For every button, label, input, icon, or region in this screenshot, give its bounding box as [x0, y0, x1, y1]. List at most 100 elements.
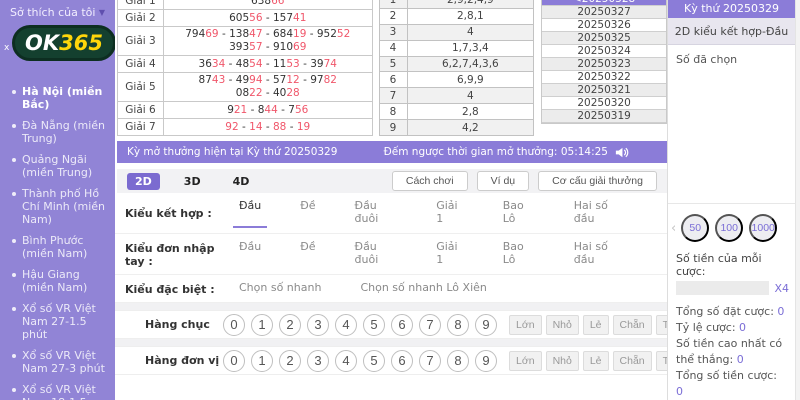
stats-row: 66,9,9 — [379, 72, 534, 88]
digit-button-4[interactable]: 4 — [335, 314, 357, 336]
digit-action-button[interactable]: Tất cả — [656, 351, 667, 371]
digit-action-button[interactable]: Lớn — [509, 351, 542, 371]
draw-date-item[interactable]: 20250324 — [542, 45, 666, 58]
tab-3d[interactable]: 3D — [176, 173, 209, 190]
result-number: 79469 — [185, 28, 218, 40]
combo-type-label: Kiểu kết hợp : — [125, 207, 233, 220]
divider — [115, 303, 667, 310]
digit-button-8[interactable]: 8 — [447, 350, 469, 372]
digit-button-8[interactable]: 8 — [447, 314, 469, 336]
bet-type-option[interactable]: Giải 1 — [430, 240, 469, 269]
bet-type-option[interactable]: Đầu đuôi — [349, 199, 404, 228]
sidebar-favorites-header[interactable]: Sở thích của tôi ▼ — [0, 0, 115, 21]
digit-action-button[interactable]: Lẻ — [583, 351, 609, 371]
draw-date-item[interactable]: 20250320 — [542, 97, 666, 110]
bet-type-option[interactable]: Đầu — [233, 199, 267, 228]
per-bet-input[interactable] — [676, 281, 769, 295]
digit-action-button[interactable]: Tất cả — [656, 315, 667, 335]
digit-action-button[interactable]: Chẵn — [613, 315, 652, 335]
digit-action-button[interactable]: Lẻ — [583, 315, 609, 335]
digit-button-3[interactable]: 3 — [307, 350, 329, 372]
digit-button-5[interactable]: 5 — [363, 350, 385, 372]
amount-button-50[interactable]: 50 — [681, 214, 709, 242]
number-pad: Hàng chục0123456789LớnNhỏLẻChẵnTất cảXóa… — [115, 310, 667, 375]
draw-date-item[interactable]: 20250325 — [542, 32, 666, 45]
digit-action-button[interactable]: Nhỏ — [546, 351, 579, 371]
result-number: 4028 — [273, 87, 300, 99]
result-number: 92 — [225, 121, 238, 133]
draw-date-item[interactable]: 20250326 — [542, 19, 666, 32]
sidebar-item[interactable]: Quảng Ngãi (miền Trung) — [0, 149, 115, 183]
close-x-icon[interactable]: x — [4, 43, 9, 53]
draw-date-item[interactable]: 20250319 — [542, 110, 666, 123]
result-number: 0822 — [236, 87, 263, 99]
digit-button-0[interactable]: 0 — [223, 350, 245, 372]
sidebar-item[interactable]: Hậu Giang (miền Nam) — [0, 264, 115, 298]
draw-date-item[interactable]: 20250321 — [542, 84, 666, 97]
sidebar-item[interactable]: Bình Phước (miền Nam) — [0, 230, 115, 264]
bet-type-option[interactable]: Chọn số nhanh Lô Xiên — [354, 281, 492, 297]
sidebar-item[interactable]: Đà Nẵng (miền Trung) — [0, 115, 115, 149]
logo-ok-text: OK — [25, 31, 59, 55]
sidebar-item-label: Thành phố Hồ Chí Minh (miền Nam) — [22, 187, 111, 226]
per-bet-label: Số tiền của mỗi cược: — [668, 246, 795, 281]
digit-button-7[interactable]: 7 — [419, 314, 441, 336]
result-number: 3974 — [310, 58, 337, 70]
bet-type-option[interactable]: Đầu — [233, 240, 267, 269]
draw-date-item[interactable]: 20250322 — [542, 71, 666, 84]
stats-values: 2,8,1 — [407, 8, 534, 24]
digit-button-5[interactable]: 5 — [363, 314, 385, 336]
digit-button-3[interactable]: 3 — [307, 314, 329, 336]
digit-action-button[interactable]: Nhỏ — [546, 315, 579, 335]
stats-row: 34 — [379, 24, 534, 40]
digit-button-2[interactable]: 2 — [279, 350, 301, 372]
page-scrollbar[interactable] — [795, 0, 800, 400]
sidebar-item[interactable]: Xổ số VR Việt Nam 18-1.5 phút — [0, 379, 115, 400]
tab-2d[interactable]: 2D — [127, 173, 160, 190]
digit-button-7[interactable]: 7 — [419, 350, 441, 372]
bet-type-option[interactable]: Giải 1 — [430, 199, 469, 228]
tab-4d[interactable]: 4D — [225, 173, 258, 190]
bet-type-option[interactable]: Đề — [294, 240, 321, 269]
speaker-icon[interactable] — [614, 145, 629, 160]
digit-button-9[interactable]: 9 — [475, 314, 497, 336]
digit-button-6[interactable]: 6 — [391, 350, 413, 372]
digit-action-button[interactable]: Chẵn — [613, 351, 652, 371]
digit-button-6[interactable]: 6 — [391, 314, 413, 336]
countdown-text: Đếm ngược thời gian mở thưởng: 05:14:25 — [384, 146, 608, 158]
amount-button-1000[interactable]: 1000 — [749, 214, 777, 242]
bet-type-option[interactable]: Chọn số nhanh — [233, 281, 327, 297]
bet-type-option[interactable]: Hai số đầu — [568, 199, 630, 228]
sidebar-item[interactable]: Xổ số VR Việt Nam 27-3 phút — [0, 345, 115, 379]
sidebar-item[interactable]: Thành phố Hồ Chí Minh (miền Nam) — [0, 183, 115, 230]
digit-button-4[interactable]: 4 — [335, 350, 357, 372]
help-button[interactable]: Cơ cấu giải thưởng — [538, 171, 657, 191]
bet-type-option[interactable]: Bao Lô — [497, 240, 541, 269]
digit-button-1[interactable]: 1 — [251, 350, 273, 372]
sidebar-item[interactable]: Hà Nội (miền Bắc) — [0, 81, 115, 115]
bet-type-option[interactable]: Hai số đầu — [568, 240, 630, 269]
result-row: Giải 58743 - 4994 - 5712 - 97820822 - 40… — [118, 73, 373, 102]
sidebar-item[interactable]: Xổ số VR Việt Nam 27-1.5 phút — [0, 298, 115, 345]
bet-type-option[interactable]: Đề — [294, 199, 321, 228]
result-row: Giải 792 - 14 - 88 - 19 — [118, 119, 373, 136]
draw-date-item[interactable]: 20250327 — [542, 6, 666, 19]
result-row: Giải 379469 - 13847 - 68419 - 9525239357… — [118, 27, 373, 56]
help-button[interactable]: Ví dụ — [477, 171, 530, 191]
main-content: Giải 163866Giải 260556 - 15741Giải 37946… — [115, 0, 667, 400]
digit-button-2[interactable]: 2 — [279, 314, 301, 336]
bet-type-option[interactable]: Đầu đuôi — [349, 240, 404, 269]
amount-button-100[interactable]: 100 — [715, 214, 743, 242]
chevron-left-icon[interactable]: ‹ — [671, 222, 676, 235]
prize-numbers: 8743 - 4994 - 5712 - 97820822 - 4028 — [164, 73, 373, 102]
digit-button-9[interactable]: 9 — [475, 350, 497, 372]
stats-digit: 5 — [379, 56, 407, 72]
divider — [115, 339, 667, 346]
draw-date-item[interactable]: 20250323 — [542, 58, 666, 71]
digit-button-1[interactable]: 1 — [251, 314, 273, 336]
bet-type-option[interactable]: Bao Lô — [497, 199, 541, 228]
digit-button-0[interactable]: 0 — [223, 314, 245, 336]
special-type-label: Kiểu đặc biệt : — [125, 283, 233, 296]
digit-action-button[interactable]: Lớn — [509, 315, 542, 335]
help-button[interactable]: Cách chơi — [392, 171, 468, 191]
